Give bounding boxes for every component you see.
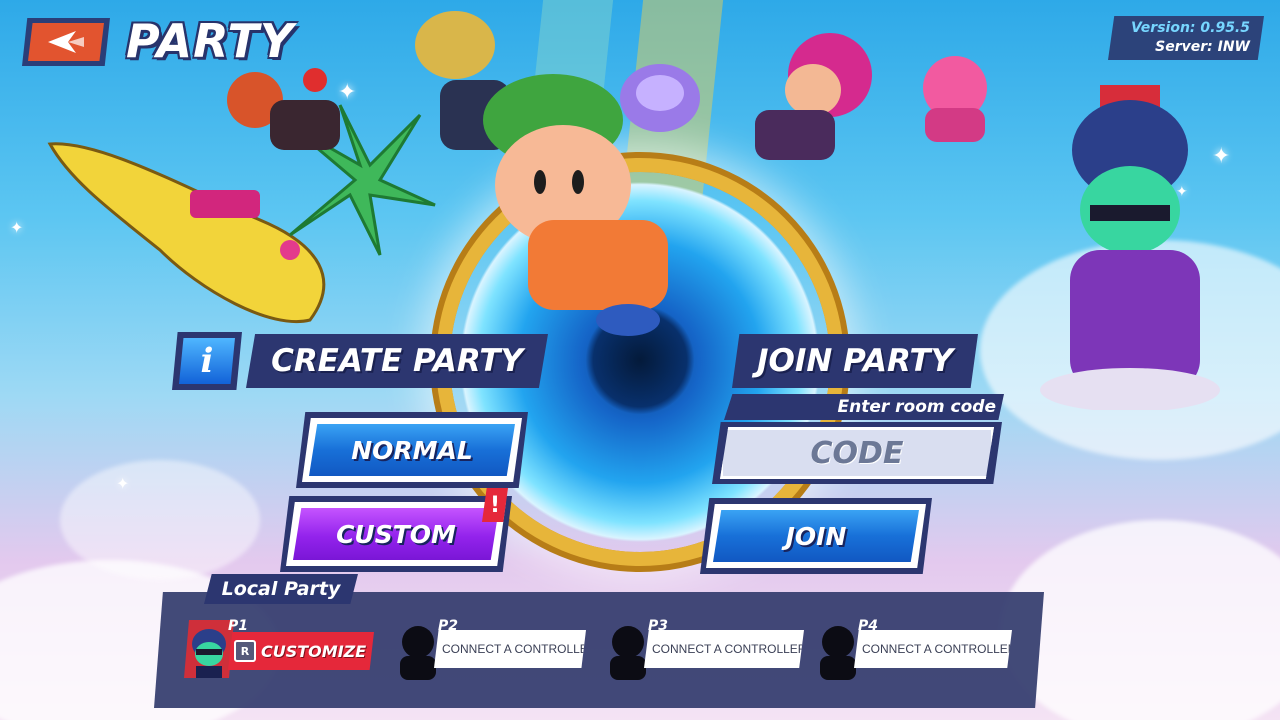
custom-button-label: CUSTOM — [336, 519, 456, 549]
room-code-label-text: Enter room code — [837, 397, 996, 417]
sparkle-icon: ✦ — [10, 218, 24, 237]
page-title: PARTY — [126, 14, 295, 68]
player-slot-p4: P4 CONNECT A CONTROLLER — [814, 618, 1014, 680]
connect-controller-prompt: CONNECT A CONTROLLER — [854, 630, 1012, 668]
avatar — [184, 620, 234, 678]
connect-controller-prompt: CONNECT A CONTROLLER — [644, 630, 804, 668]
robot-character — [923, 56, 987, 142]
info-button[interactable]: i — [172, 332, 242, 390]
local-party-label: Local Party — [204, 574, 358, 604]
pink-hair-character — [755, 33, 872, 160]
player-slot-p3: P3 CONNECT A CONTROLLER — [604, 618, 804, 680]
room-code-placeholder: CODE — [810, 435, 904, 471]
r-key-icon: R — [234, 640, 256, 662]
back-button[interactable] — [22, 18, 110, 66]
monkey-character — [227, 68, 340, 150]
join-button-label: JOIN — [785, 521, 847, 551]
join-button[interactable]: JOIN — [706, 504, 926, 568]
connect-controller-text: CONNECT A CONTROLLER — [862, 642, 1017, 656]
room-code-input[interactable]: CODE — [712, 422, 1002, 484]
skeleton-rider-character — [1040, 85, 1220, 410]
create-party-heading: CREATE PARTY — [246, 334, 548, 388]
create-party-title: CREATE PARTY — [271, 343, 523, 379]
version-text: Version: 0.95.5 — [1130, 20, 1250, 36]
connect-controller-prompt: CONNECT A CONTROLLER — [434, 630, 586, 668]
local-party-label-text: Local Party — [221, 578, 341, 600]
join-party-heading: JOIN PARTY — [732, 334, 978, 388]
dragon-character — [620, 64, 700, 132]
player-avatar-icon — [192, 629, 226, 678]
info-icon: i — [179, 338, 235, 384]
connect-controller-text: CONNECT A CONTROLLER — [652, 642, 807, 656]
room-code-label: Enter room code — [724, 394, 1004, 420]
player-silhouette-icon — [820, 626, 856, 680]
cloud — [1000, 520, 1280, 720]
server-text: Server: INW — [1155, 39, 1250, 55]
customize-button[interactable]: R CUSTOMIZE — [228, 632, 374, 670]
version-info: Version: 0.95.5 Server: INW — [1108, 16, 1264, 60]
customize-label: CUSTOMIZE — [261, 641, 367, 661]
player-slot-p2: P2 CONNECT A CONTROLLER — [394, 618, 594, 680]
join-party-title: JOIN PARTY — [756, 343, 954, 379]
connect-controller-text: CONNECT A CONTROLLER — [442, 642, 597, 656]
player-silhouette-icon — [400, 626, 436, 680]
player-tag-p1: P1 — [228, 618, 249, 634]
player-slot-p1: P1 R CUSTOMIZE — [184, 618, 384, 680]
normal-button[interactable]: NORMAL — [302, 418, 522, 482]
custom-button[interactable]: CUSTOM — [286, 502, 506, 566]
normal-button-label: NORMAL — [351, 435, 473, 465]
sparkle-icon: ✦ — [116, 474, 130, 493]
player-silhouette-icon — [610, 626, 646, 680]
back-arrow-icon — [48, 31, 84, 53]
cloud — [60, 460, 260, 580]
